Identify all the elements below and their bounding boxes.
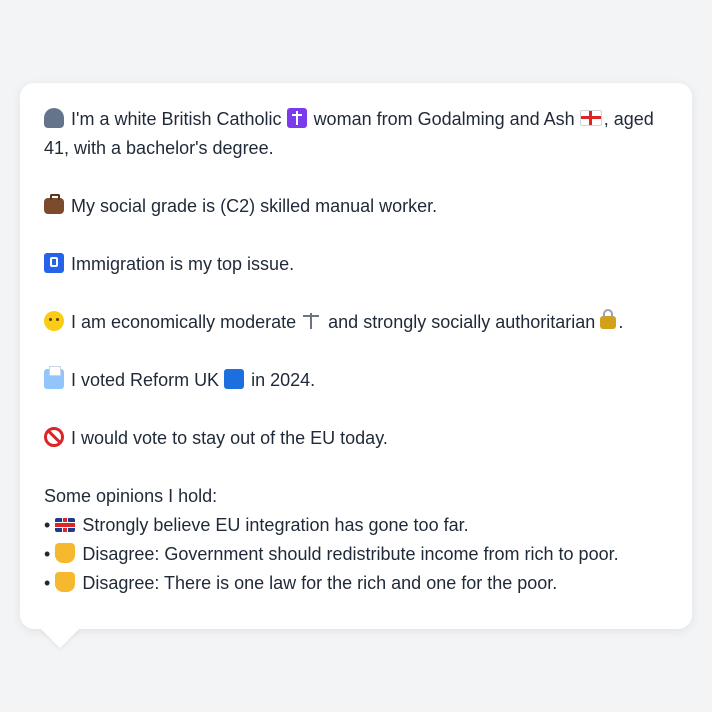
social-grade-text: My social grade is (C2) skilled manual w… <box>71 196 438 216</box>
social-grade-line: My social grade is (C2) skilled manual w… <box>44 192 668 221</box>
bubble-tail <box>40 628 80 648</box>
prohibited-icon <box>44 427 64 447</box>
vote-text-2: in 2024. <box>251 370 316 390</box>
opinions-heading: Some opinions I hold: <box>44 486 218 506</box>
bullet: • <box>44 544 51 564</box>
thumbs-down-icon <box>55 543 76 563</box>
england-flag-icon <box>579 110 602 126</box>
opinion-text: Disagree: There is one law for the rich … <box>82 573 558 593</box>
ideology-line: I am economically moderate and strongly … <box>44 308 668 337</box>
persona-message-bubble: I'm a white British Catholic woman from … <box>20 83 692 629</box>
thumbs-down-icon <box>55 572 76 592</box>
ideology-text-1: I am economically moderate <box>71 312 297 332</box>
top-issue-line: Immigration is my top issue. <box>44 250 668 279</box>
opinion-text: Strongly believe EU integration has gone… <box>82 515 469 535</box>
eu-vote-line: I would vote to stay out of the EU today… <box>44 424 668 453</box>
passport-control-icon <box>44 253 64 273</box>
vote-text-1: I voted Reform UK <box>71 370 220 390</box>
vote-line: I voted Reform UK in 2024. <box>44 366 668 395</box>
identity-text-2: woman from Godalming and Ash <box>313 109 575 129</box>
blue-square-icon <box>224 369 245 389</box>
top-issue-text: Immigration is my top issue. <box>71 254 295 274</box>
bullet: • <box>44 573 51 593</box>
ideology-text-3: . <box>618 312 624 332</box>
briefcase-icon <box>44 194 64 214</box>
opinion-text: Disagree: Government should redistribute… <box>82 544 619 564</box>
uk-flag-icon <box>55 518 76 532</box>
identity-line: I'm a white British Catholic woman from … <box>44 105 668 163</box>
ideology-text-2: and strongly socially authoritarian <box>328 312 596 332</box>
latin-cross-icon <box>286 108 307 128</box>
lock-icon <box>600 309 617 329</box>
opinion-item: • Strongly believe EU integration has go… <box>44 511 668 540</box>
opinion-item: • Disagree: There is one law for the ric… <box>44 569 668 598</box>
identity-text-1: I'm a white British Catholic <box>71 109 282 129</box>
eu-vote-text: I would vote to stay out of the EU today… <box>71 428 388 448</box>
ballot-box-icon <box>44 366 64 389</box>
person-icon <box>44 108 64 128</box>
bullet: • <box>44 515 51 535</box>
opinion-item: • Disagree: Government should redistribu… <box>44 540 668 569</box>
scales-icon <box>301 311 321 331</box>
thinking-face-icon <box>44 311 64 331</box>
